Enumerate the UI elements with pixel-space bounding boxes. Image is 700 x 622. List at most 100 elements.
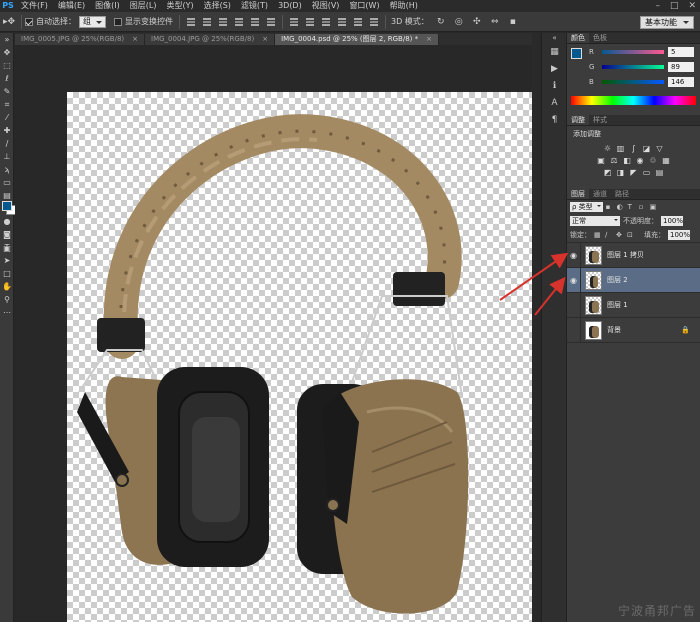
menu-window[interactable]: 窗口(W): [344, 0, 384, 12]
menu-image[interactable]: 图像(I): [90, 0, 125, 12]
lock-transparent-icon[interactable]: ▦: [594, 231, 602, 239]
menu-edit[interactable]: 编辑(E): [53, 0, 90, 12]
fill-input[interactable]: 100%: [668, 230, 690, 240]
canvas-scrollbar[interactable]: [532, 33, 540, 622]
auto-select-dropdown[interactable]: 组: [79, 15, 106, 28]
b-value-input[interactable]: 146: [668, 76, 694, 87]
shape-tool-icon[interactable]: □: [0, 267, 14, 280]
photo-filter-icon[interactable]: ◉: [635, 156, 645, 166]
lock-pixels-icon[interactable]: ∕: [605, 231, 613, 239]
tab-adjustments[interactable]: 调整: [567, 115, 589, 125]
eraser-tool-icon[interactable]: ▭: [0, 176, 14, 189]
close-button[interactable]: ✕: [688, 1, 696, 11]
3d-scale-icon[interactable]: ▪: [504, 14, 522, 30]
quick-select-tool-icon[interactable]: ✎: [0, 85, 14, 98]
move-tool-icon[interactable]: ✥: [0, 46, 14, 59]
layer-row-layer1[interactable]: ◉ 图层 1: [567, 292, 700, 318]
actions-panel-icon[interactable]: ▶: [542, 60, 567, 77]
menu-select[interactable]: 选择(S): [199, 0, 236, 12]
color-balance-icon[interactable]: ⚖: [609, 156, 619, 166]
menu-help[interactable]: 帮助(H): [385, 0, 423, 12]
toolbox-collapse-icon[interactable]: »: [0, 33, 14, 46]
filter-pixel-icon[interactable]: ▪: [606, 203, 614, 211]
align-bottom-icon[interactable]: [217, 16, 229, 28]
quick-mask-icon[interactable]: ◙: [0, 228, 14, 241]
b-slider[interactable]: [602, 79, 664, 84]
hand-tool-icon[interactable]: ✋: [0, 280, 14, 293]
clone-stamp-tool-icon[interactable]: ⊥: [0, 150, 14, 163]
g-value-input[interactable]: 89: [668, 61, 694, 72]
3d-pan-icon[interactable]: ✣: [468, 14, 486, 30]
3d-rotate-icon[interactable]: ↻: [432, 14, 450, 30]
visibility-eye-icon[interactable]: ◉: [567, 242, 581, 268]
lock-all-icon[interactable]: ⊡: [627, 231, 635, 239]
selective-color-icon[interactable]: ▤: [655, 168, 665, 178]
tab-styles[interactable]: 样式: [589, 115, 611, 125]
distribute-top-icon[interactable]: [288, 16, 300, 28]
invert-icon[interactable]: ◩: [603, 168, 613, 178]
doc-tab-3[interactable]: IMG_0004.psd @ 25% (图层 2, RGB/8) * ×: [275, 34, 439, 45]
crop-tool-icon[interactable]: ⌗: [0, 98, 14, 111]
blend-mode-dropdown[interactable]: 正常: [570, 216, 620, 226]
align-top-icon[interactable]: [185, 16, 197, 28]
history-brush-tool-icon[interactable]: ϡ: [0, 163, 14, 176]
channel-mixer-icon[interactable]: ♲: [648, 156, 658, 166]
exposure-icon[interactable]: ◪: [642, 144, 652, 154]
zoom-tool-icon[interactable]: ⚲: [0, 293, 14, 306]
properties-panel-icon[interactable]: ℹ: [542, 77, 567, 94]
r-value-input[interactable]: 5: [668, 46, 694, 57]
tab-channels[interactable]: 通道: [589, 189, 611, 199]
filter-smart-icon[interactable]: ▣: [650, 203, 658, 211]
menu-layer[interactable]: 图层(L): [125, 0, 162, 12]
color-spectrum[interactable]: [571, 96, 696, 105]
3d-slide-icon[interactable]: ⇔: [486, 14, 504, 30]
layer-row-layer1-copy[interactable]: ◉ 图层 1 拷贝: [567, 242, 700, 268]
posterize-icon[interactable]: ◨: [616, 168, 626, 178]
r-slider[interactable]: [602, 49, 664, 54]
menu-filter[interactable]: 滤镜(T): [236, 0, 273, 12]
healing-brush-tool-icon[interactable]: ✚: [0, 124, 14, 137]
vibrance-icon[interactable]: ▽: [655, 144, 665, 154]
visibility-toggle[interactable]: ◉: [567, 292, 581, 318]
auto-select-checkbox[interactable]: [25, 17, 33, 26]
minimize-button[interactable]: –: [655, 1, 660, 11]
menu-3d[interactable]: 3D(D): [273, 0, 307, 12]
brush-tool-icon[interactable]: ∕: [0, 137, 14, 150]
gradient-map-icon[interactable]: ▭: [642, 168, 652, 178]
align-left-icon[interactable]: [233, 16, 245, 28]
levels-icon[interactable]: ▥: [616, 144, 626, 154]
menu-view[interactable]: 视图(V): [307, 0, 345, 12]
tab-paths[interactable]: 路径: [611, 189, 633, 199]
distribute-bottom-icon[interactable]: [320, 16, 332, 28]
marquee-tool-icon[interactable]: ⬚: [0, 59, 14, 72]
filter-shape-icon[interactable]: ▫: [639, 203, 647, 211]
color-lookup-icon[interactable]: ▦: [661, 156, 671, 166]
menu-type[interactable]: 类型(Y): [161, 0, 198, 12]
distribute-center-icon[interactable]: [352, 16, 364, 28]
canvas[interactable]: [67, 92, 532, 622]
tab-swatches[interactable]: 色板: [589, 33, 611, 43]
character-panel-icon[interactable]: A: [542, 94, 567, 111]
opacity-input[interactable]: 100%: [661, 216, 683, 226]
dodge-tool-icon[interactable]: ●: [0, 215, 14, 228]
visibility-eye-icon[interactable]: ◉: [567, 267, 581, 293]
layer-filter-dropdown[interactable]: ρ 类型: [570, 202, 603, 212]
g-slider[interactable]: [602, 64, 664, 69]
brightness-icon[interactable]: ☼: [603, 144, 613, 154]
doc-tab-1[interactable]: IMG_0005.JPG @ 25%(RGB/8) ×: [15, 34, 146, 45]
visibility-toggle[interactable]: ◉: [567, 317, 581, 343]
filter-type-icon[interactable]: T: [628, 203, 636, 211]
black-white-icon[interactable]: ◧: [622, 156, 632, 166]
move-tool-icon[interactable]: ▸✥: [0, 14, 18, 30]
distribute-left-icon[interactable]: [336, 16, 348, 28]
path-select-tool-icon[interactable]: ➤: [0, 254, 14, 267]
layer-row-layer2[interactable]: ◉ 图层 2: [567, 267, 700, 293]
align-center-icon[interactable]: [249, 16, 261, 28]
show-transform-checkbox[interactable]: [114, 17, 122, 26]
tab-layers[interactable]: 图层: [567, 189, 589, 199]
align-right-icon[interactable]: [265, 16, 277, 28]
distribute-right-icon[interactable]: [368, 16, 380, 28]
panel-collapse-icon[interactable]: «: [542, 33, 567, 43]
eyedropper-tool-icon[interactable]: ⁄: [0, 111, 14, 124]
foreground-color-swatch[interactable]: [2, 201, 12, 211]
